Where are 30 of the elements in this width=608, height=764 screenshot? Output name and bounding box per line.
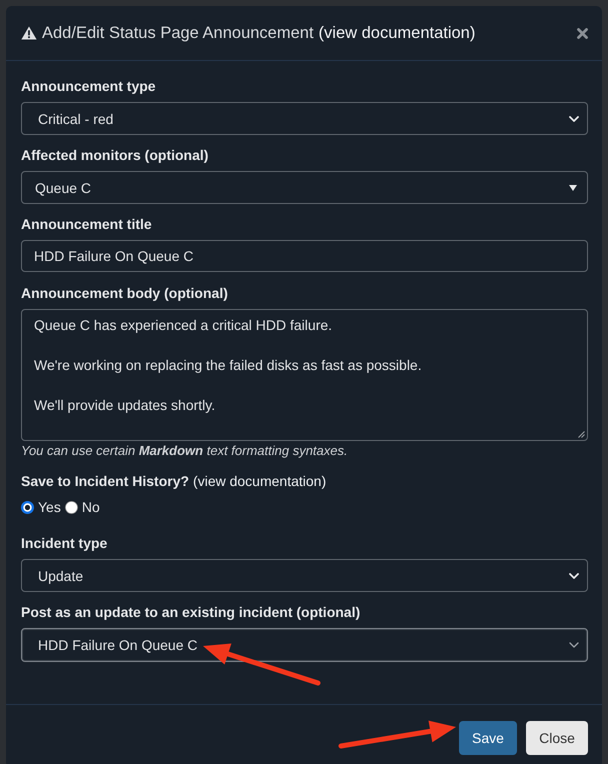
text-input-field[interactable]: HDD Failure On Queue C	[21, 240, 588, 272]
caret-down-icon	[569, 184, 577, 190]
textarea-field[interactable]: Queue C has experienced a critical HDD failure. We're working on replacing the failed disks as fast as possible. We'll provide updates shortly.	[21, 309, 588, 441]
field-label: Post as an update to an existing incident (optional)	[21, 603, 362, 621]
chevron-down-icon	[569, 116, 579, 122]
field-label: Announcement body (optional)	[21, 284, 229, 302]
select-field[interactable]: Update	[21, 559, 588, 592]
radio-option[interactable]: Yes	[21, 499, 61, 515]
warning-icon	[21, 26, 37, 40]
help-text: You can use certain Markdown text formatting syntaxes.	[21, 443, 349, 459]
close-button[interactable]: Close	[526, 721, 588, 755]
documentation-link[interactable]: (view documentation)	[193, 472, 326, 490]
modal-title: Add/Edit Status Page Announcement	[42, 24, 314, 42]
radio-button[interactable]	[64, 500, 78, 514]
select-field[interactable]: HDD Failure On Queue C	[21, 628, 588, 662]
close-icon[interactable]	[577, 28, 588, 38]
field-label: Announcement title	[21, 215, 153, 233]
field-label: Affected monitors (optional)	[21, 146, 210, 164]
radio-button[interactable]	[21, 500, 34, 514]
radio-option[interactable]: No	[64, 499, 100, 515]
documentation-link[interactable]: (view documentation)	[318, 24, 476, 42]
field-label: Incident type	[21, 534, 108, 552]
save-button[interactable]: Save	[459, 721, 517, 755]
chevron-down-icon	[569, 642, 579, 648]
chevron-down-icon	[569, 572, 579, 578]
field-label: Save to Incident History?	[21, 472, 190, 490]
select-field[interactable]: Critical - red	[21, 102, 588, 135]
select-field[interactable]: Queue C	[21, 171, 588, 204]
field-label: Announcement type	[21, 77, 157, 95]
resize-grip-icon[interactable]	[578, 431, 585, 438]
